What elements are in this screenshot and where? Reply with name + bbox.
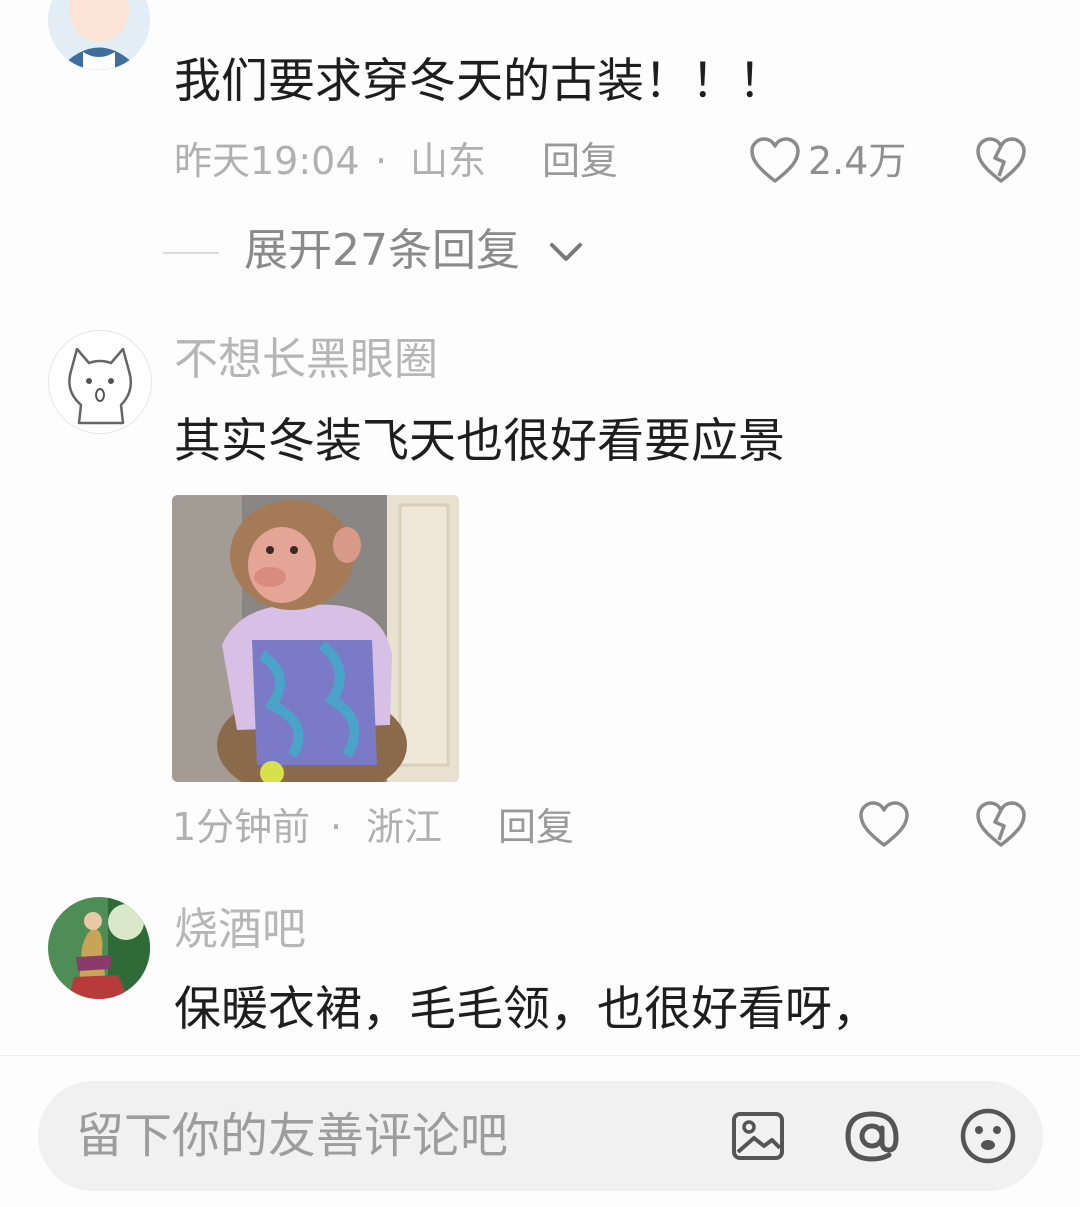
- avatar-boy-icon: [48, 0, 150, 70]
- comment-location: 山东: [410, 139, 487, 183]
- comment-location: 浙江: [366, 805, 443, 849]
- comment-time: 昨天19:04: [174, 139, 360, 183]
- reply-button[interactable]: 回复: [542, 142, 618, 180]
- heart-outline-icon[interactable]: [857, 800, 911, 850]
- meta-separator: ·: [375, 139, 388, 183]
- comment-image[interactable]: [172, 495, 459, 782]
- heart-outline-icon[interactable]: [748, 136, 802, 186]
- comment-input-placeholder[interactable]: 留下你的友善评论吧: [76, 1112, 508, 1160]
- expand-replies-button[interactable]: 展开27条回复: [244, 229, 520, 273]
- chevron-down-icon[interactable]: [546, 236, 586, 268]
- at-icon[interactable]: [842, 1106, 902, 1166]
- image-icon[interactable]: [730, 1110, 786, 1162]
- monkey-photo-icon: [172, 495, 459, 782]
- comment-text: 其实冬装飞天也很好看要应景: [174, 414, 785, 469]
- expand-divider: [163, 252, 219, 254]
- broken-heart-icon[interactable]: [974, 800, 1028, 850]
- avatar[interactable]: [48, 897, 150, 999]
- comment-text: 保暖衣裙，毛毛领，也很好看呀，: [174, 982, 879, 1037]
- reply-button[interactable]: 回复: [498, 808, 574, 846]
- avatar[interactable]: [48, 0, 150, 70]
- avatar[interactable]: [48, 330, 152, 434]
- comment-time: 1分钟前: [172, 805, 311, 849]
- comment-text: 我们要求穿冬天的古装！！！: [174, 54, 785, 109]
- like-count: 2.4万: [808, 139, 907, 183]
- broken-heart-icon[interactable]: [974, 136, 1028, 186]
- meta-separator: ·: [330, 805, 343, 849]
- emoji-icon[interactable]: [958, 1106, 1018, 1166]
- username[interactable]: 烧酒吧: [174, 908, 306, 952]
- username[interactable]: 不想长黑眼圈: [174, 338, 438, 382]
- avatar-cat-icon: [49, 331, 151, 433]
- avatar-painting-icon: [48, 897, 150, 999]
